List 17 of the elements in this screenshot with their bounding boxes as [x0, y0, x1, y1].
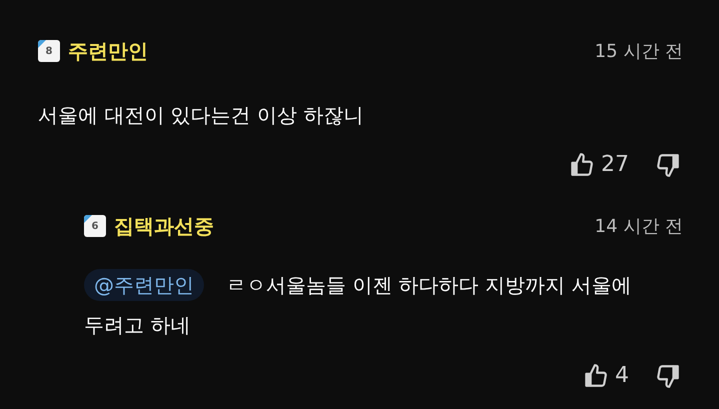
mention-link[interactable]: @주련만인	[84, 269, 204, 301]
timestamp: 14 시간 전	[594, 214, 683, 238]
dislike-button[interactable]	[655, 362, 681, 388]
level-badge: 8	[38, 40, 60, 62]
dislike-button[interactable]	[655, 152, 681, 178]
thumbs-down-icon	[655, 152, 681, 178]
thumbs-down-icon	[655, 362, 681, 388]
like-button[interactable]: 4	[583, 359, 629, 392]
author-name[interactable]: 집택과선중	[114, 211, 214, 241]
reply-text: @주련만인 ㄹㅇ서울놈들 이젠 하다하다 지방까지 서울에 두려고 하네	[84, 265, 683, 345]
thumbs-up-icon	[583, 362, 609, 388]
comment-text: 서울에 대전이 있다는건 이상 하잖니	[38, 102, 364, 129]
like-button[interactable]: 27	[569, 148, 629, 181]
thumbs-up-icon	[569, 152, 595, 178]
author-name[interactable]: 주련만인	[68, 36, 148, 66]
level-badge: 6	[84, 215, 106, 237]
timestamp: 15 시간 전	[594, 40, 683, 64]
